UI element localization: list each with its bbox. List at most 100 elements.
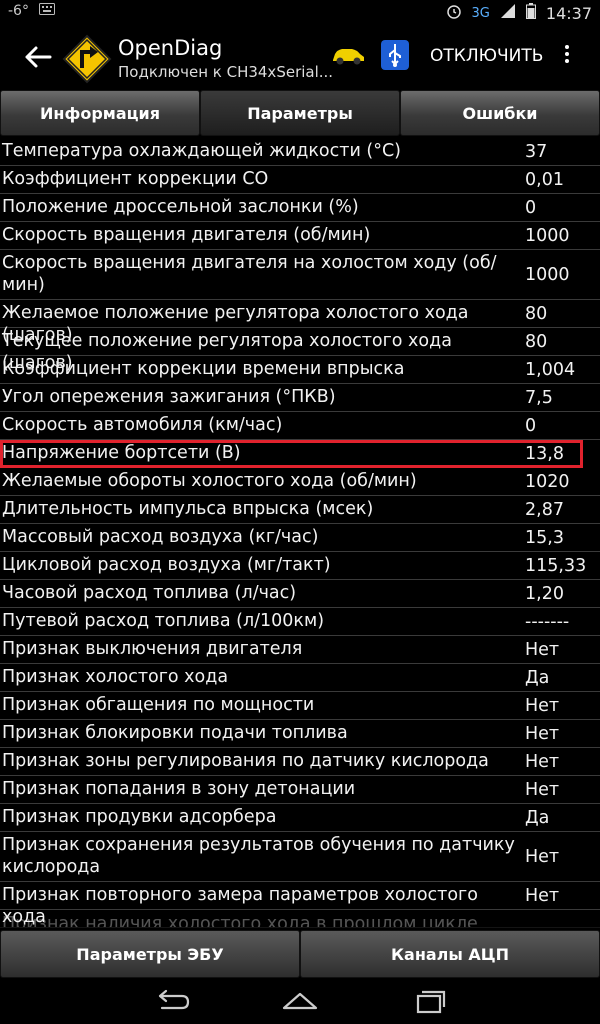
tab-errors[interactable]: Ошибки [400,90,600,136]
nav-home-icon[interactable] [280,988,320,1014]
parameter-name: Температура охлаждающей жидкости (°C) [2,141,402,161]
nav-back-icon[interactable] [152,988,192,1014]
battery-icon [525,3,536,23]
parameter-value: 0 [525,415,537,436]
list-item: Скорость вращения двигателя (об/мин) 1000 [0,222,600,250]
list-item: Массовый расход воздуха (кг/час) 15,3 [0,524,600,552]
parameter-value: Да [525,807,550,828]
list-item: Желаемые обороты холостого хода (об/мин)… [0,468,600,496]
nav-recent-apps-icon[interactable] [410,988,450,1014]
parameter-name: Положение дроссельной заслонки (%) [2,197,359,217]
parameter-value: 1,20 [525,583,564,604]
parameter-name: Скорость вращения двигателя (об/мин) [2,225,371,245]
parameter-value: Нет [525,885,560,906]
parameter-name: Скорость вращения двигателя на холостом … [2,253,497,295]
ecu-parameters-button[interactable]: Параметры ЭБУ [0,930,300,978]
parameter-name: Цикловой расход воздуха (мг/такт) [2,555,331,575]
parameter-value: 37 [525,141,548,162]
parameter-value: Нет [525,723,560,744]
parameter-name: Длительность импульса впрыска (мсек) [2,499,374,519]
parameter-value: Да [525,667,550,688]
app-logo-icon [62,34,112,84]
list-item: Скорость автомобиля (км/час) 0 [0,412,600,440]
parameter-name: Признак повторного замера параметров хол… [2,885,478,927]
parameter-name: Признак холостого хода [2,667,229,687]
parameter-value: 1000 [525,225,570,246]
parameter-name: Напряжение бортсети (В) [2,443,241,463]
list-item: Признак наличия холостого хода в прошлом… [0,910,600,928]
parameter-name: Текущее положение регулятора холостого х… [2,331,452,373]
list-item: Цикловой расход воздуха (мг/такт) 115,33 [0,552,600,580]
bottom-button-bar: Параметры ЭБУ Каналы АЦП [0,930,600,978]
clock: 14:37 [545,3,592,23]
keyboard-icon [38,3,55,19]
list-item: Скорость вращения двигателя на холостом … [0,250,600,300]
list-item: Признак обгащения по мощности Нет [0,692,600,720]
parameter-name: Желаемые обороты холостого хода (об/мин) [2,471,417,491]
alarm-icon [446,3,462,23]
list-item: Признак попадания в зону детонации Нет [0,776,600,804]
parameter-name: Признак блокировки подачи топлива [2,723,348,743]
parameter-value: 115,33 [525,555,587,576]
parameter-name: Признак наличия холостого хода в прошлом… [2,914,478,928]
highlighted-list-item: Напряжение бортсети (В) 13,8 [0,440,583,468]
parameter-list[interactable]: Температура охлаждающей жидкости (°C) 37 … [0,138,600,930]
parameter-name: Признак обгащения по мощности [2,695,315,715]
list-item: Признак повторного замера параметров хол… [0,882,600,927]
disconnect-button[interactable]: ОТКЛЮЧИТЬ [430,46,543,66]
list-item: Признак продувки адсорбера Да [0,804,600,832]
parameter-value: 1,004 [525,359,576,380]
parameter-name: Признак сохранения результатов обучения … [2,835,515,877]
parameter-value: Нет [525,639,560,660]
list-item: Желаемое положение регулятора холостого … [0,300,600,345]
parameter-value: Нет [525,779,560,800]
parameter-value: 80 [525,331,548,352]
parameter-value: ------- [525,611,570,632]
car-icon[interactable] [330,46,366,66]
parameter-value [523,910,600,927]
parameter-value: 0,01 [525,169,564,190]
list-item: Текущее положение регулятора холостого х… [0,328,600,373]
connection-subtitle: Подключен к CH34xSerial... [118,63,334,81]
status-bar: -6° 3G 14:37 [0,0,600,26]
list-item: Угол опережения зажигания (°ПКВ) 7,5 [0,384,600,412]
parameter-value: 13,8 [525,443,564,464]
back-arrow-icon[interactable] [22,44,52,70]
parameter-name: Коэффициент коррекции CO [2,169,269,189]
parameter-name: Путевой расход топлива (л/100км) [2,611,325,631]
list-item: Признак блокировки подачи топлива Нет [0,720,600,748]
list-item: Коэффициент коррекции CO 0,01 [0,166,600,194]
navigation-bar [0,978,600,1024]
parameter-name: Признак продувки адсорбера [2,807,277,827]
list-item: Длительность импульса впрыска (мсек) 2,87 [0,496,600,524]
tab-info[interactable]: Информация [0,90,200,136]
app-title: OpenDiag [118,36,223,60]
parameter-name: Желаемое положение регулятора холостого … [2,303,469,345]
parameter-name: Скорость автомобиля (км/час) [2,415,283,435]
list-item: Признак холостого хода Да [0,664,600,692]
adc-channels-button[interactable]: Каналы АЦП [300,930,600,978]
list-item: Признак сохранения результатов обучения … [0,832,600,882]
parameter-name: Массовый расход воздуха (кг/час) [2,527,319,547]
parameter-value: 15,3 [525,527,564,548]
temperature-text: -6° [8,3,29,19]
list-item: Признак выключения двигателя Нет [0,636,600,664]
parameter-value: Нет [525,751,560,772]
tab-bar: Информация Параметры Ошибки [0,90,600,136]
signal-icon [500,3,516,23]
network-type: 3G [471,5,490,21]
action-bar: OpenDiag Подключен к CH34xSerial... ОТКЛ… [0,26,600,88]
overflow-menu-icon[interactable] [560,42,574,70]
parameter-value: 80 [525,303,548,324]
parameter-name: Признак выключения двигателя [2,639,303,659]
parameter-value: 1020 [525,471,570,492]
list-item: Положение дроссельной заслонки (%) 0 [0,194,600,222]
list-item: Часовой расход топлива (л/час) 1,20 [0,580,600,608]
parameter-value: 2,87 [525,499,564,520]
parameter-name: Коэффициент коррекции времени впрыска [2,359,405,379]
parameter-value: 7,5 [525,387,553,408]
list-item: Путевой расход топлива (л/100км) ------- [0,608,600,636]
usb-icon[interactable] [381,40,409,70]
tab-parameters[interactable]: Параметры [200,90,400,136]
list-item: Температура охлаждающей жидкости (°C) 37 [0,138,600,166]
